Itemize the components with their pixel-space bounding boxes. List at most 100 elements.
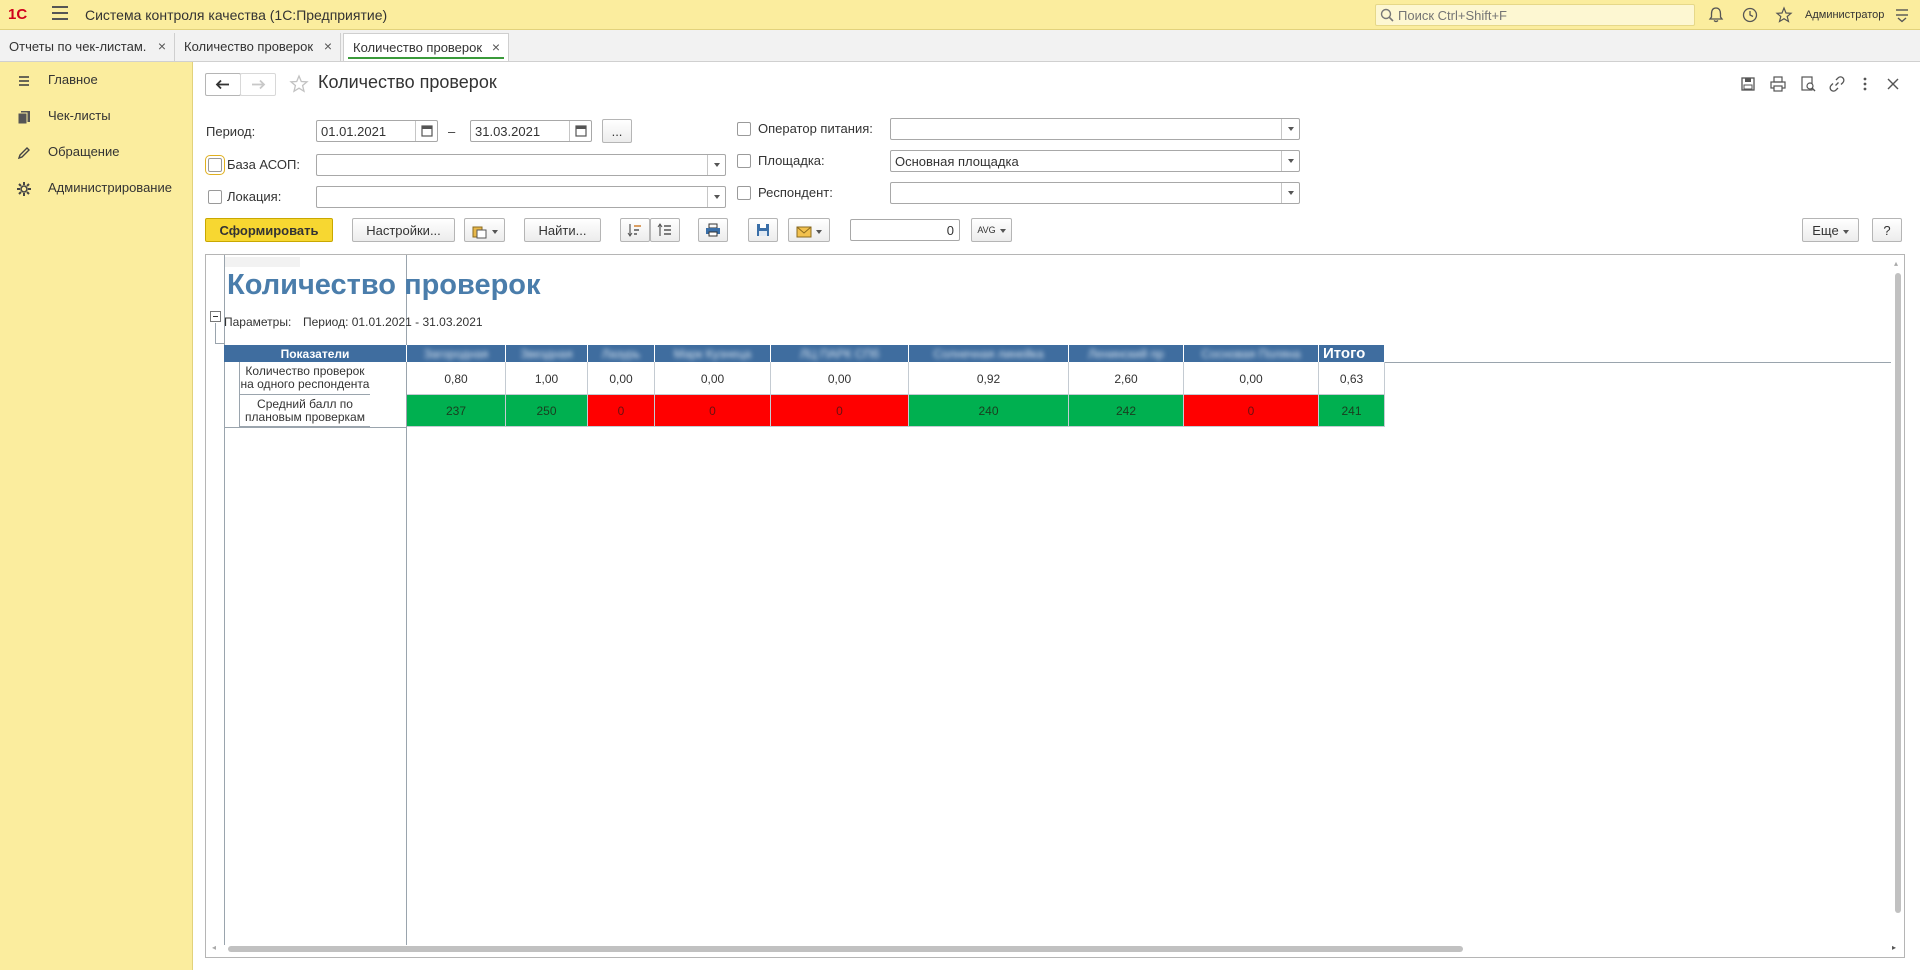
find-button[interactable]: Найти... bbox=[524, 218, 601, 242]
tab-check-count-2[interactable]: Количество проверок × bbox=[343, 33, 509, 61]
close-icon[interactable]: × bbox=[158, 38, 166, 54]
save-button[interactable] bbox=[748, 218, 778, 242]
horizontal-scroll-thumb[interactable] bbox=[228, 946, 1463, 952]
table-cell[interactable]: 242 bbox=[1069, 395, 1184, 427]
sidebar-item-checklists[interactable]: Чек-листы bbox=[0, 102, 193, 132]
dropdown-button[interactable] bbox=[1281, 119, 1299, 139]
close-icon[interactable]: × bbox=[492, 39, 500, 55]
operator-checkbox[interactable] bbox=[737, 122, 751, 136]
dropdown-button[interactable] bbox=[707, 187, 725, 207]
more-button[interactable]: Еще bbox=[1802, 218, 1859, 242]
base-asop-checkbox[interactable] bbox=[205, 155, 225, 175]
sort-asc-icon bbox=[657, 223, 671, 236]
location-field[interactable] bbox=[316, 186, 726, 208]
dropdown-button[interactable] bbox=[1281, 183, 1299, 203]
collapse-group-icon[interactable] bbox=[210, 311, 221, 322]
period-from-field[interactable]: 01.01.2021 bbox=[316, 120, 438, 142]
bell-icon[interactable] bbox=[1707, 6, 1725, 24]
table-cell[interactable]: 0,00 bbox=[771, 362, 909, 395]
scroll-left-icon[interactable]: ◂ bbox=[212, 943, 216, 952]
dropdown-button[interactable] bbox=[707, 155, 725, 175]
table-cell[interactable]: 0,80 bbox=[407, 362, 506, 395]
table-cell[interactable]: 0,00 bbox=[588, 362, 655, 395]
respondent-field[interactable] bbox=[890, 182, 1300, 204]
more-vertical-icon[interactable] bbox=[1856, 75, 1874, 93]
total-cell[interactable]: 241 bbox=[1319, 395, 1385, 427]
tab-check-count-1[interactable]: Количество проверок × bbox=[175, 33, 341, 61]
documents-icon bbox=[17, 111, 30, 125]
header-column-label: Ленинский пр bbox=[1088, 347, 1164, 361]
header-column-label: Сосновая Поляна bbox=[1201, 347, 1301, 361]
table-cell[interactable]: 0,00 bbox=[655, 362, 771, 395]
report-spreadsheet[interactable]: Количество проверок Параметры: Период: 0… bbox=[205, 254, 1905, 958]
page-title: Количество проверок bbox=[318, 72, 497, 92]
app-logo: 1С bbox=[8, 6, 28, 23]
favorite-star-icon[interactable] bbox=[289, 74, 309, 94]
total-cell[interactable]: 0,63 bbox=[1319, 362, 1385, 395]
forward-button[interactable] bbox=[240, 73, 276, 96]
row-label: Количество проверок на одного респондент… bbox=[239, 362, 370, 395]
search-input[interactable] bbox=[1398, 5, 1692, 25]
table-cell[interactable]: 0 bbox=[1184, 395, 1319, 427]
tab-checklist-reports[interactable]: Отчеты по чек-листам. × bbox=[0, 33, 175, 61]
table-cell[interactable]: 250 bbox=[506, 395, 588, 427]
sort-desc-button[interactable] bbox=[620, 218, 650, 242]
vertical-scrollbar[interactable]: ▴ bbox=[1894, 259, 1902, 931]
table-cell[interactable]: 1,00 bbox=[506, 362, 588, 395]
main-menu-icon[interactable] bbox=[52, 6, 68, 20]
history-icon[interactable] bbox=[1741, 6, 1759, 24]
table-cell[interactable]: 0 bbox=[588, 395, 655, 427]
table-cell[interactable]: 0,00 bbox=[1184, 362, 1319, 395]
settings-menu-icon[interactable] bbox=[1893, 6, 1911, 24]
header-column-label: ЛЦ ПАРК СПб bbox=[799, 347, 880, 361]
table-cell[interactable]: 0 bbox=[771, 395, 909, 427]
table-cell[interactable]: 237 bbox=[407, 395, 506, 427]
sidebar-item-main[interactable]: Главное bbox=[0, 66, 193, 96]
close-icon[interactable]: × bbox=[324, 38, 332, 54]
print-icon bbox=[706, 223, 720, 237]
settings-button[interactable]: Настройки... bbox=[352, 218, 455, 242]
app-title: Система контроля качества (1С:Предприяти… bbox=[85, 7, 388, 23]
variants-button[interactable] bbox=[464, 218, 505, 242]
sidebar-item-request[interactable]: Обращение bbox=[0, 138, 193, 168]
site-checkbox[interactable] bbox=[737, 154, 751, 168]
period-select-button[interactable]: ... bbox=[602, 119, 632, 143]
global-search[interactable] bbox=[1375, 4, 1695, 26]
close-icon[interactable] bbox=[1884, 75, 1902, 93]
user-name[interactable]: Администратор bbox=[1805, 9, 1884, 21]
sidebar-item-administration[interactable]: Администрирование bbox=[0, 174, 193, 204]
location-checkbox[interactable] bbox=[208, 190, 222, 204]
preview-icon[interactable] bbox=[1799, 75, 1817, 93]
link-icon[interactable] bbox=[1828, 75, 1846, 93]
print-button[interactable] bbox=[698, 218, 728, 242]
vertical-scroll-thumb[interactable] bbox=[1895, 273, 1901, 913]
header-column-label: Загородная bbox=[423, 347, 489, 361]
generate-button[interactable]: Сформировать bbox=[205, 218, 333, 242]
table-cell[interactable]: 240 bbox=[909, 395, 1069, 427]
base-asop-field[interactable] bbox=[316, 154, 726, 176]
calendar-button[interactable] bbox=[415, 121, 437, 141]
operator-field[interactable] bbox=[890, 118, 1300, 140]
scroll-up-icon[interactable]: ▴ bbox=[1894, 259, 1898, 268]
site-label: Площадка: bbox=[758, 153, 825, 168]
aggregate-function-button[interactable]: AVG bbox=[971, 218, 1012, 242]
back-button[interactable] bbox=[205, 73, 241, 96]
respondent-checkbox[interactable] bbox=[737, 186, 751, 200]
site-field[interactable]: Основная площадка bbox=[890, 150, 1300, 172]
horizontal-scrollbar[interactable]: ◂ ▸ bbox=[212, 943, 1896, 953]
period-to-field[interactable]: 31.03.2021 bbox=[470, 120, 592, 142]
calendar-button[interactable] bbox=[569, 121, 591, 141]
print-icon[interactable] bbox=[1769, 75, 1787, 93]
scroll-right-icon[interactable]: ▸ bbox=[1892, 943, 1896, 952]
send-email-button[interactable] bbox=[788, 218, 830, 242]
star-icon[interactable] bbox=[1775, 6, 1793, 24]
sort-asc-button[interactable] bbox=[650, 218, 680, 242]
help-button[interactable]: ? bbox=[1872, 218, 1902, 242]
table-cell[interactable]: 2,60 bbox=[1069, 362, 1184, 395]
table-cell[interactable]: 0,92 bbox=[909, 362, 1069, 395]
period-from-value: 01.01.2021 bbox=[321, 124, 387, 139]
dropdown-button[interactable] bbox=[1281, 151, 1299, 171]
table-cell[interactable]: 0 bbox=[655, 395, 771, 427]
save-icon[interactable] bbox=[1739, 75, 1757, 93]
sum-value-field[interactable]: 0 bbox=[850, 219, 960, 241]
